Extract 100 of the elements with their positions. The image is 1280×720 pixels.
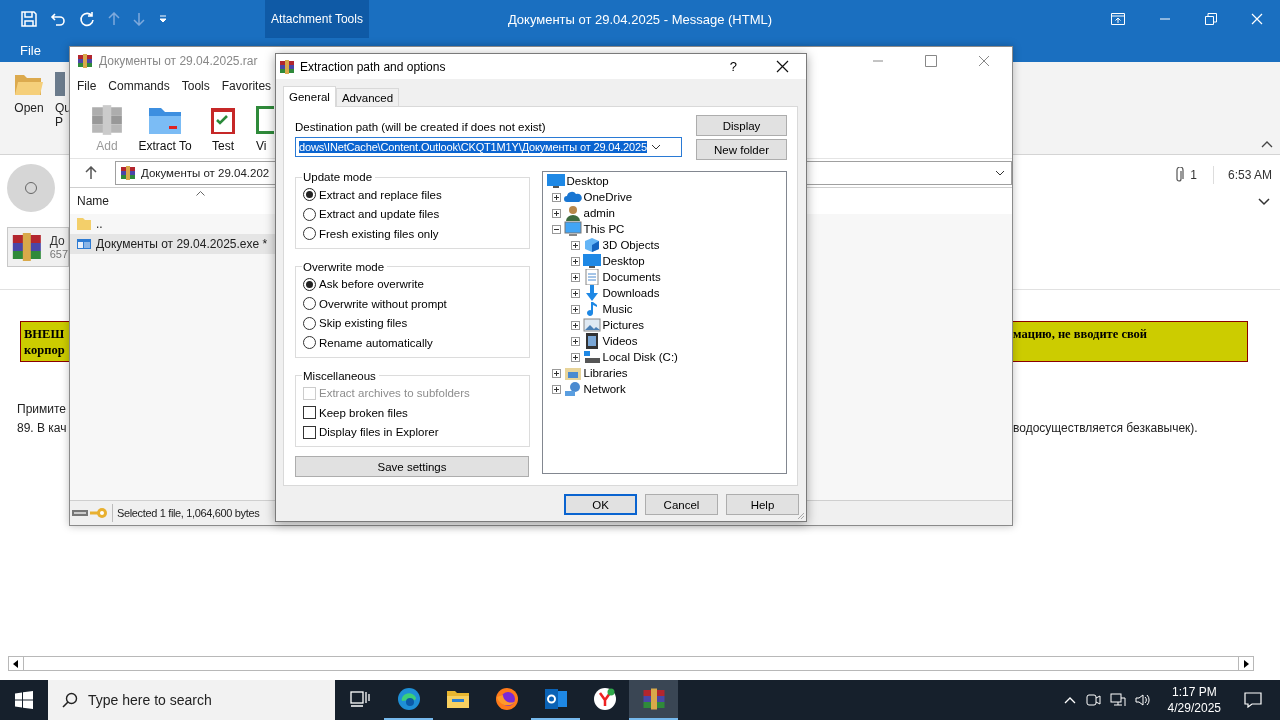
help-button[interactable]: ? [725, 59, 741, 74]
tab[interactable]: General [283, 86, 336, 107]
computer-icon [563, 221, 582, 237]
tree-item[interactable]: Documents [542, 269, 786, 285]
checkbox[interactable] [303, 406, 316, 420]
tree-item[interactable]: Music [542, 301, 786, 317]
folder-icon [76, 216, 92, 232]
checkbox[interactable] [303, 425, 316, 439]
scroll-right-icon[interactable] [1243, 659, 1249, 668]
chevron-up-icon[interactable] [1063, 696, 1076, 704]
radio-button[interactable] [303, 227, 316, 241]
tree-item[interactable]: Local Disk (C:) [542, 349, 786, 365]
dialog-button[interactable]: Help [726, 494, 799, 515]
resize-grip-icon[interactable] [795, 510, 805, 520]
save-icon[interactable] [21, 11, 37, 27]
toolbar-button[interactable]: Extract To [138, 103, 192, 153]
radio-option[interactable]: Overwrite without prompt [303, 294, 523, 314]
tree-item[interactable]: Network [542, 381, 786, 397]
expand-toggle[interactable] [570, 320, 580, 330]
radio-option[interactable]: Skip existing files [303, 313, 523, 333]
radio-option[interactable]: Fresh existing files only [303, 224, 523, 244]
action-button[interactable]: Display [696, 115, 787, 136]
checkbox-option[interactable]: Keep broken files [303, 403, 523, 423]
menu-item[interactable]: Tools [181, 78, 210, 93]
archive-icon [10, 231, 44, 263]
destination-path-field[interactable]: dows\INetCache\Content.Outlook\CKQT1M1Y\Документы от 29.04.2025 [295, 137, 682, 157]
radio-button[interactable] [303, 316, 316, 330]
dialog-button[interactable]: OK [564, 494, 637, 515]
tree-item[interactable]: Videos [542, 333, 786, 349]
ribbon-button[interactable]: Open [10, 72, 48, 154]
volume-icon[interactable] [1134, 692, 1151, 708]
expand-toggle[interactable] [551, 192, 561, 202]
message-text: Примите [17, 401, 67, 418]
checkbox-option[interactable]: Display files in Explorer [303, 422, 523, 442]
radio-button[interactable] [303, 297, 316, 311]
radio-button[interactable] [303, 207, 316, 221]
customize-icon[interactable] [158, 14, 168, 24]
redo-icon[interactable] [79, 11, 95, 27]
toolbar-button[interactable]: Vi [256, 103, 274, 153]
expand-toggle[interactable] [551, 208, 561, 218]
expand-toggle[interactable] [570, 256, 580, 266]
tree-item[interactable]: Downloads [542, 285, 786, 301]
menu-item[interactable]: Favorites [221, 78, 272, 93]
meet-now-icon[interactable] [1084, 692, 1101, 708]
save-settings-button[interactable]: Save settings [295, 456, 529, 477]
radio-option[interactable]: Extract and replace files [303, 185, 523, 205]
expand-toggle[interactable] [551, 384, 561, 394]
attachment-card[interactable]: До 657 [7, 227, 69, 267]
restore-icon[interactable] [1205, 13, 1217, 25]
radio-button[interactable] [303, 188, 316, 202]
horizontal-scrollbar[interactable] [8, 656, 1254, 671]
sort-caret-icon [196, 191, 205, 196]
radio-button[interactable] [303, 277, 316, 291]
chevron-down-icon[interactable] [1258, 198, 1270, 206]
tree-item[interactable]: Libraries [542, 365, 786, 381]
file-row[interactable]: Документы от 29.04.2025.exe * [70, 234, 276, 254]
expand-toggle[interactable] [551, 224, 561, 234]
maximize-icon[interactable] [925, 54, 937, 67]
radio-option[interactable]: Rename automatically [303, 333, 523, 353]
clock[interactable]: 1:17 PM 4/29/2025 [1167, 684, 1221, 716]
folder-icon [14, 72, 44, 96]
dialog-button[interactable]: Cancel [645, 494, 718, 515]
tree-item[interactable]: This PC [542, 221, 786, 237]
ribbon-display-icon[interactable] [1111, 13, 1125, 25]
radio-option[interactable]: Ask before overwrite [303, 274, 523, 294]
network-icon[interactable] [1109, 692, 1126, 708]
column-header[interactable]: Name [77, 194, 109, 208]
expand-toggle[interactable] [570, 240, 580, 250]
tree-item[interactable]: Desktop [542, 173, 786, 189]
up-arrow-icon[interactable] [85, 166, 97, 180]
tree-item[interactable]: Pictures [542, 317, 786, 333]
ribbon-tab[interactable]: File [20, 42, 41, 58]
toolbar-button[interactable]: Test [196, 103, 250, 153]
collapse-ribbon-icon[interactable] [1261, 140, 1273, 148]
expand-toggle[interactable] [570, 272, 580, 282]
tab[interactable]: Advanced [335, 88, 400, 106]
file-row[interactable]: .. [70, 214, 276, 234]
tree-item[interactable]: 3D Objects [542, 237, 786, 253]
close-icon[interactable] [776, 60, 789, 73]
radio-option[interactable]: Extract and update files [303, 204, 523, 224]
tree-item[interactable]: OneDrive [542, 189, 786, 205]
undo-icon[interactable] [50, 11, 66, 27]
dropdown-icon[interactable] [995, 170, 1005, 176]
cube-icon [582, 237, 601, 253]
menu-item[interactable]: Commands [108, 78, 170, 93]
tree-item[interactable]: Desktop [542, 253, 786, 269]
expand-toggle[interactable] [570, 288, 580, 298]
scroll-left-icon[interactable] [13, 659, 19, 668]
menu-item[interactable]: File [77, 78, 97, 93]
expand-toggle[interactable] [570, 304, 580, 314]
radio-button[interactable] [303, 336, 316, 350]
expand-toggle[interactable] [570, 336, 580, 346]
search-field[interactable]: Type here to search [48, 680, 335, 720]
mail-app-icon [543, 688, 568, 710]
notifications-icon[interactable] [1244, 692, 1262, 708]
action-button[interactable]: New folder [696, 139, 787, 160]
expand-toggle[interactable] [570, 352, 580, 362]
expand-toggle[interactable] [551, 368, 561, 378]
tree-item[interactable]: admin [542, 205, 786, 221]
dropdown-icon[interactable] [651, 144, 661, 150]
